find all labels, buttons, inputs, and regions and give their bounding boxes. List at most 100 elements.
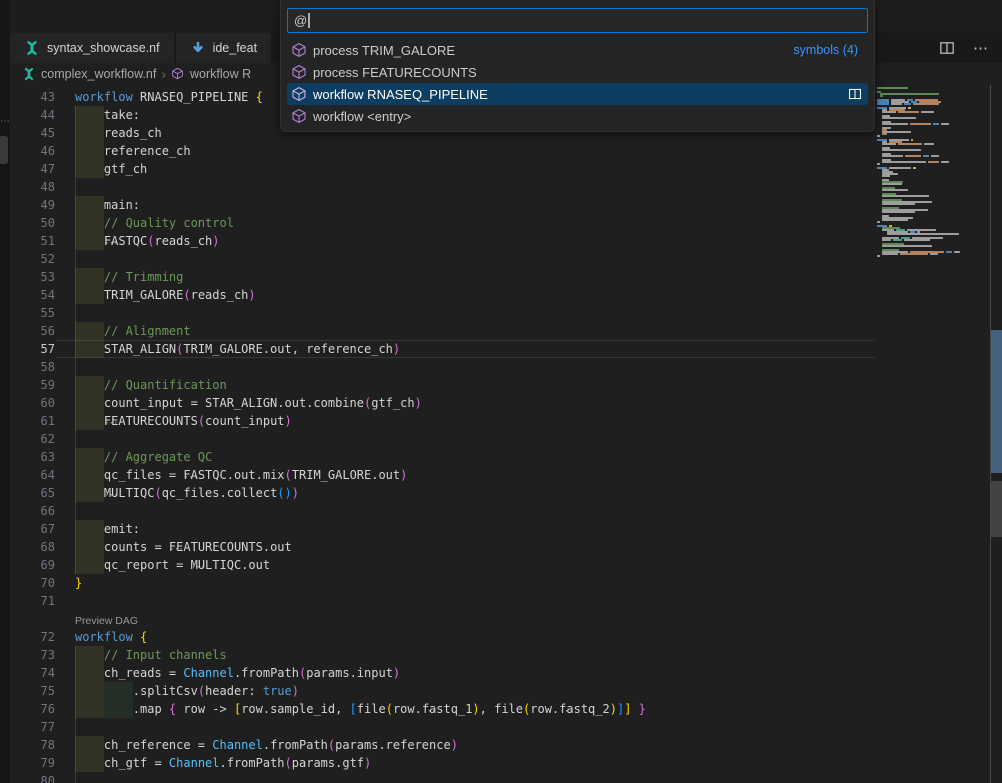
line-number[interactable]: 57 xyxy=(10,340,55,358)
line-number[interactable]: 67 xyxy=(10,520,55,538)
code-line[interactable]: 47gtf_ch xyxy=(10,160,875,178)
line-number[interactable]: 74 xyxy=(10,664,55,682)
open-to-side-icon[interactable] xyxy=(846,86,864,102)
minimap[interactable] xyxy=(877,87,988,777)
code-line[interactable]: 51FASTQC(reads_ch) xyxy=(10,232,875,250)
vertical-scrollbar[interactable] xyxy=(991,85,1002,783)
minimap-token xyxy=(877,87,908,89)
code-line[interactable]: 48 xyxy=(10,178,875,196)
line-number[interactable]: 44 xyxy=(10,106,55,124)
code-line[interactable]: 71 xyxy=(10,592,875,610)
line-number[interactable]: 64 xyxy=(10,466,55,484)
tab-syntax-showcase[interactable]: syntax_showcase.nf xyxy=(10,33,174,63)
code-line[interactable]: 73// Input channels xyxy=(10,646,875,664)
line-number[interactable]: 51 xyxy=(10,232,55,250)
quick-open-input[interactable]: @ xyxy=(287,8,868,33)
breadcrumb-file[interactable]: complex_workflow.nf xyxy=(41,67,156,81)
code-line[interactable]: 52 xyxy=(10,250,875,268)
line-number[interactable]: 77 xyxy=(10,718,55,736)
code-line[interactable]: 66 xyxy=(10,502,875,520)
tab-ide-features[interactable]: ide_feat xyxy=(176,33,271,63)
code-line[interactable]: 70} xyxy=(10,574,875,592)
code-line[interactable]: 74ch_reads = Channel.fromPath(params.inp… xyxy=(10,664,875,682)
line-number[interactable]: 79 xyxy=(10,754,55,772)
line-number[interactable]: 62 xyxy=(10,430,55,448)
code-line[interactable]: 59// Quantification xyxy=(10,376,875,394)
code-line[interactable]: 80 xyxy=(10,772,875,783)
line-number[interactable]: 48 xyxy=(10,178,55,196)
code-line[interactable]: 62 xyxy=(10,430,875,448)
line-number[interactable]: 56 xyxy=(10,322,55,340)
line-number[interactable]: 76 xyxy=(10,700,55,718)
quick-open-item[interactable]: process FEATURECOUNTS xyxy=(287,61,868,83)
line-number[interactable]: 59 xyxy=(10,376,55,394)
token: , file xyxy=(480,702,523,716)
line-number[interactable]: 72 xyxy=(10,628,55,646)
codelens-preview-dag[interactable]: Preview DAG xyxy=(75,615,138,627)
code-line[interactable]: 50 // Quality control xyxy=(10,214,875,232)
token: row. xyxy=(530,702,559,716)
line-number[interactable]: 54 xyxy=(10,286,55,304)
breadcrumb-symbol[interactable]: workflow R xyxy=(190,67,251,81)
code-line[interactable]: 64qc_files = FASTQC.out.mix(TRIM_GALORE.… xyxy=(10,466,875,484)
code-line[interactable]: 77 xyxy=(10,718,875,736)
quick-open-item[interactable]: workflow <entry> xyxy=(287,105,868,127)
line-number[interactable]: 60 xyxy=(10,394,55,412)
indent-guide xyxy=(75,502,76,520)
quick-open-item[interactable]: workflow RNASEQ_PIPELINE xyxy=(287,83,868,105)
code-line[interactable]: 69qc_report = MULTIQC.out xyxy=(10,556,875,574)
code-line[interactable]: 55 xyxy=(10,304,875,322)
token: // Quality control xyxy=(104,216,234,230)
line-number[interactable]: 65 xyxy=(10,484,55,502)
code-line[interactable]: 78ch_reference = Channel.fromPath(params… xyxy=(10,736,875,754)
line-number[interactable]: 53 xyxy=(10,268,55,286)
minimap-token xyxy=(877,103,889,105)
line-content xyxy=(75,178,875,196)
code-line[interactable]: 49main: xyxy=(10,196,875,214)
line-number[interactable]: 63 xyxy=(10,448,55,466)
code-line[interactable]: 75.splitCsv(header: true) xyxy=(10,682,875,700)
code-line[interactable]: 58 xyxy=(10,358,875,376)
code-line[interactable]: 68counts = FEATURECOUNTS.out xyxy=(10,538,875,556)
code-line[interactable]: 57STAR_ALIGN(TRIM_GALORE.out, reference_… xyxy=(10,340,875,358)
code-line[interactable]: 63// Aggregate QC xyxy=(10,448,875,466)
clipped-scrollbar-stub[interactable] xyxy=(0,136,8,164)
line-number[interactable]: 55 xyxy=(10,304,55,322)
code-line[interactable]: 60count_input = STAR_ALIGN.out.combine(g… xyxy=(10,394,875,412)
code-line[interactable]: 61FEATURECOUNTS(count_input) xyxy=(10,412,875,430)
line-number[interactable]: 43 xyxy=(10,88,55,106)
line-number[interactable]: 50 xyxy=(10,214,55,232)
line-number[interactable]: 70 xyxy=(10,574,55,592)
line-number[interactable]: 66 xyxy=(10,502,55,520)
split-editor-icon[interactable] xyxy=(938,39,956,57)
line-number[interactable]: 46 xyxy=(10,142,55,160)
line-number[interactable]: 71 xyxy=(10,592,55,610)
scrollbar-thumb[interactable] xyxy=(991,481,1002,537)
token xyxy=(631,702,638,716)
more-actions-icon[interactable]: ⋯ xyxy=(972,39,990,57)
line-number[interactable]: 69 xyxy=(10,556,55,574)
line-number[interactable]: 61 xyxy=(10,412,55,430)
line-number[interactable]: 52 xyxy=(10,250,55,268)
quick-open-item[interactable]: process TRIM_GALOREsymbols (4) xyxy=(287,39,868,61)
code-line[interactable]: 54TRIM_GALORE(reads_ch) xyxy=(10,286,875,304)
line-number[interactable]: 68 xyxy=(10,538,55,556)
line-number[interactable]: 45 xyxy=(10,124,55,142)
code-editor[interactable]: 43workflow RNASEQ_PIPELINE {44take:45rea… xyxy=(10,85,875,783)
line-number[interactable]: 78 xyxy=(10,736,55,754)
line-number[interactable]: 75 xyxy=(10,682,55,700)
code-line[interactable]: 65MULTIQC(qc_files.collect()) xyxy=(10,484,875,502)
scrollbar-range-decoration[interactable] xyxy=(991,330,1002,473)
line-number[interactable]: 49 xyxy=(10,196,55,214)
code-line[interactable]: 79ch_gtf = Channel.fromPath(params.gtf) xyxy=(10,754,875,772)
code-line[interactable]: 56// Alignment xyxy=(10,322,875,340)
code-line[interactable]: 72workflow { xyxy=(10,628,875,646)
line-number[interactable]: 58 xyxy=(10,358,55,376)
code-line[interactable]: 67emit: xyxy=(10,520,875,538)
code-line[interactable]: 53// Trimming xyxy=(10,268,875,286)
code-line[interactable]: 46reference_ch xyxy=(10,142,875,160)
line-number[interactable]: 80 xyxy=(10,772,55,783)
line-number[interactable]: 47 xyxy=(10,160,55,178)
code-line[interactable]: 76.map { row -> [row.sample_id, [file(ro… xyxy=(10,700,875,718)
line-number[interactable]: 73 xyxy=(10,646,55,664)
